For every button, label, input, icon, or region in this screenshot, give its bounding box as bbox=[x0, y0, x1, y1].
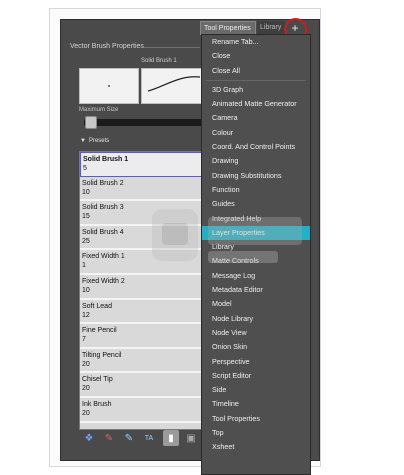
preset-size: 20 bbox=[82, 409, 90, 417]
lock-icon[interactable]: ▣ bbox=[183, 430, 199, 446]
preset-item[interactable]: Ink Brush 20 bbox=[80, 398, 202, 423]
tab-library[interactable]: Library bbox=[257, 21, 285, 35]
preset-name: Solid Brush 2 bbox=[82, 179, 124, 187]
preset-list[interactable]: Solid Brush 1 5 Solid Brush 2 10 Solid Brush… bbox=[79, 151, 203, 430]
menu-item[interactable]: Function bbox=[202, 183, 310, 197]
stroke-preview-graphic bbox=[147, 76, 201, 92]
max-size-label: Maximum Size bbox=[79, 107, 119, 113]
preset-size: 20 bbox=[82, 385, 90, 393]
brush-tip-preview bbox=[79, 68, 139, 104]
preset-item[interactable]: Fixed Width 11 bbox=[80, 250, 202, 275]
menu-item[interactable]: Top bbox=[202, 426, 310, 440]
menu-item[interactable]: Colour bbox=[202, 126, 310, 140]
preset-size: 15 bbox=[82, 213, 90, 221]
eraser-mode-icon[interactable]: ✎ bbox=[121, 430, 137, 446]
menu-item[interactable]: Metadata Editor bbox=[202, 283, 310, 297]
preset-size: 20 bbox=[82, 360, 90, 368]
menu-item[interactable]: Drawing bbox=[202, 154, 310, 168]
menu-item[interactable]: Coord. And Control Points bbox=[202, 140, 310, 154]
preset-item[interactable]: Fine Pencil 7 bbox=[80, 324, 202, 349]
preset-name: Fixed Width 2 bbox=[82, 277, 125, 285]
preset-size: 10 bbox=[82, 286, 90, 294]
panel-title: Vector Brush Properties bbox=[70, 43, 144, 50]
menu-item[interactable]: Animated Matte Generator bbox=[202, 97, 310, 111]
collapse-triangle-icon: ▼ bbox=[80, 138, 86, 144]
preset-item[interactable]: Solid Brush 4 25 bbox=[80, 226, 202, 251]
preset-size: 12 bbox=[82, 311, 90, 319]
preset-name: Solid Brush 4 bbox=[82, 228, 124, 236]
preset-size: 1 bbox=[82, 262, 86, 270]
divider bbox=[144, 47, 200, 48]
menu-item[interactable]: Camera bbox=[202, 111, 310, 125]
preset-item[interactable]: Solid Brush 3 15 bbox=[80, 201, 202, 226]
brush-dot bbox=[108, 85, 110, 87]
brush-mode-icon[interactable]: ❖ bbox=[81, 430, 97, 446]
menu-item[interactable]: Close bbox=[202, 49, 310, 63]
menu-item[interactable]: Matte Controls bbox=[202, 254, 310, 268]
menu-item[interactable]: Drawing Substitutions bbox=[202, 169, 310, 183]
presets-label: Presets bbox=[88, 138, 110, 144]
menu-item[interactable]: 3D Graph bbox=[202, 83, 310, 97]
preset-name: Fixed Width 1 bbox=[82, 253, 125, 261]
preset-size: 10 bbox=[82, 188, 90, 196]
preset-item[interactable]: Solid Brush 1 5 bbox=[80, 152, 202, 177]
menu-item[interactable]: Rename Tab... bbox=[202, 35, 310, 49]
menu-item[interactable]: Close All bbox=[202, 64, 310, 78]
pressure-icon[interactable]: ▮ bbox=[163, 430, 179, 446]
tab-tool-properties[interactable]: Tool Properties bbox=[200, 21, 256, 35]
pencil-mode-icon[interactable]: ✎ bbox=[101, 430, 117, 446]
preset-name: Ink Brush bbox=[82, 400, 112, 408]
preset-name: Chisel Tip bbox=[82, 376, 113, 384]
preset-size: 5 bbox=[83, 165, 87, 172]
preset-name: Tilting Pencil bbox=[82, 351, 122, 359]
presets-header[interactable]: ▼ Presets bbox=[80, 138, 109, 144]
menu-item[interactable]: Library bbox=[202, 240, 310, 254]
menu-separator bbox=[206, 79, 306, 81]
preview-label: Solid Brush 1 bbox=[141, 58, 177, 64]
preset-size: 7 bbox=[82, 336, 86, 344]
menu-item[interactable]: Perspective bbox=[202, 355, 310, 369]
preset-toolbar: ❖ ✎ ✎ TA ▮ ▣ bbox=[79, 430, 201, 452]
menu-item[interactable]: Guides bbox=[202, 197, 310, 211]
menu-item[interactable]: Layer Properties bbox=[202, 225, 310, 241]
menu-item[interactable]: Script Editor bbox=[202, 369, 310, 383]
menu-item[interactable]: Message Log bbox=[202, 269, 310, 283]
preset-name: Soft Lead bbox=[82, 302, 112, 310]
preset-name: Solid Brush 3 bbox=[82, 204, 124, 212]
stroke-preview bbox=[141, 68, 205, 104]
menu-item[interactable]: Tool Properties bbox=[202, 412, 310, 426]
menu-item[interactable]: Onion Skin bbox=[202, 340, 310, 354]
menu-item[interactable]: Integrated Help bbox=[202, 212, 310, 226]
max-size-slider[interactable] bbox=[84, 119, 204, 126]
max-size-slider-thumb[interactable] bbox=[85, 116, 98, 129]
preset-name: Fine Pencil bbox=[82, 327, 117, 335]
menu-item[interactable]: Model bbox=[202, 297, 310, 311]
menu-item[interactable]: Node Library bbox=[202, 312, 310, 326]
preset-item[interactable]: Fixed Width 2 10 bbox=[80, 275, 202, 300]
preset-item[interactable]: Soft Lead 12 bbox=[80, 300, 202, 325]
menu-item[interactable]: Xsheet bbox=[202, 440, 310, 454]
menu-item[interactable]: Side bbox=[202, 383, 310, 397]
preset-size: 25 bbox=[82, 237, 90, 245]
menu-item[interactable]: Node View bbox=[202, 326, 310, 340]
texture-icon[interactable]: TA bbox=[141, 430, 157, 446]
preset-name: Solid Brush 1 bbox=[83, 156, 129, 163]
menu-item[interactable]: Timeline bbox=[202, 397, 310, 411]
preset-item[interactable]: Solid Brush 2 10 bbox=[80, 177, 202, 202]
add-view-menu: Rename Tab... Close Close All 3D Graph Anima… bbox=[201, 34, 311, 475]
preset-item[interactable]: Chisel Tip 20 bbox=[80, 373, 202, 398]
preset-item[interactable]: Tilting Pencil 20 bbox=[80, 349, 202, 374]
